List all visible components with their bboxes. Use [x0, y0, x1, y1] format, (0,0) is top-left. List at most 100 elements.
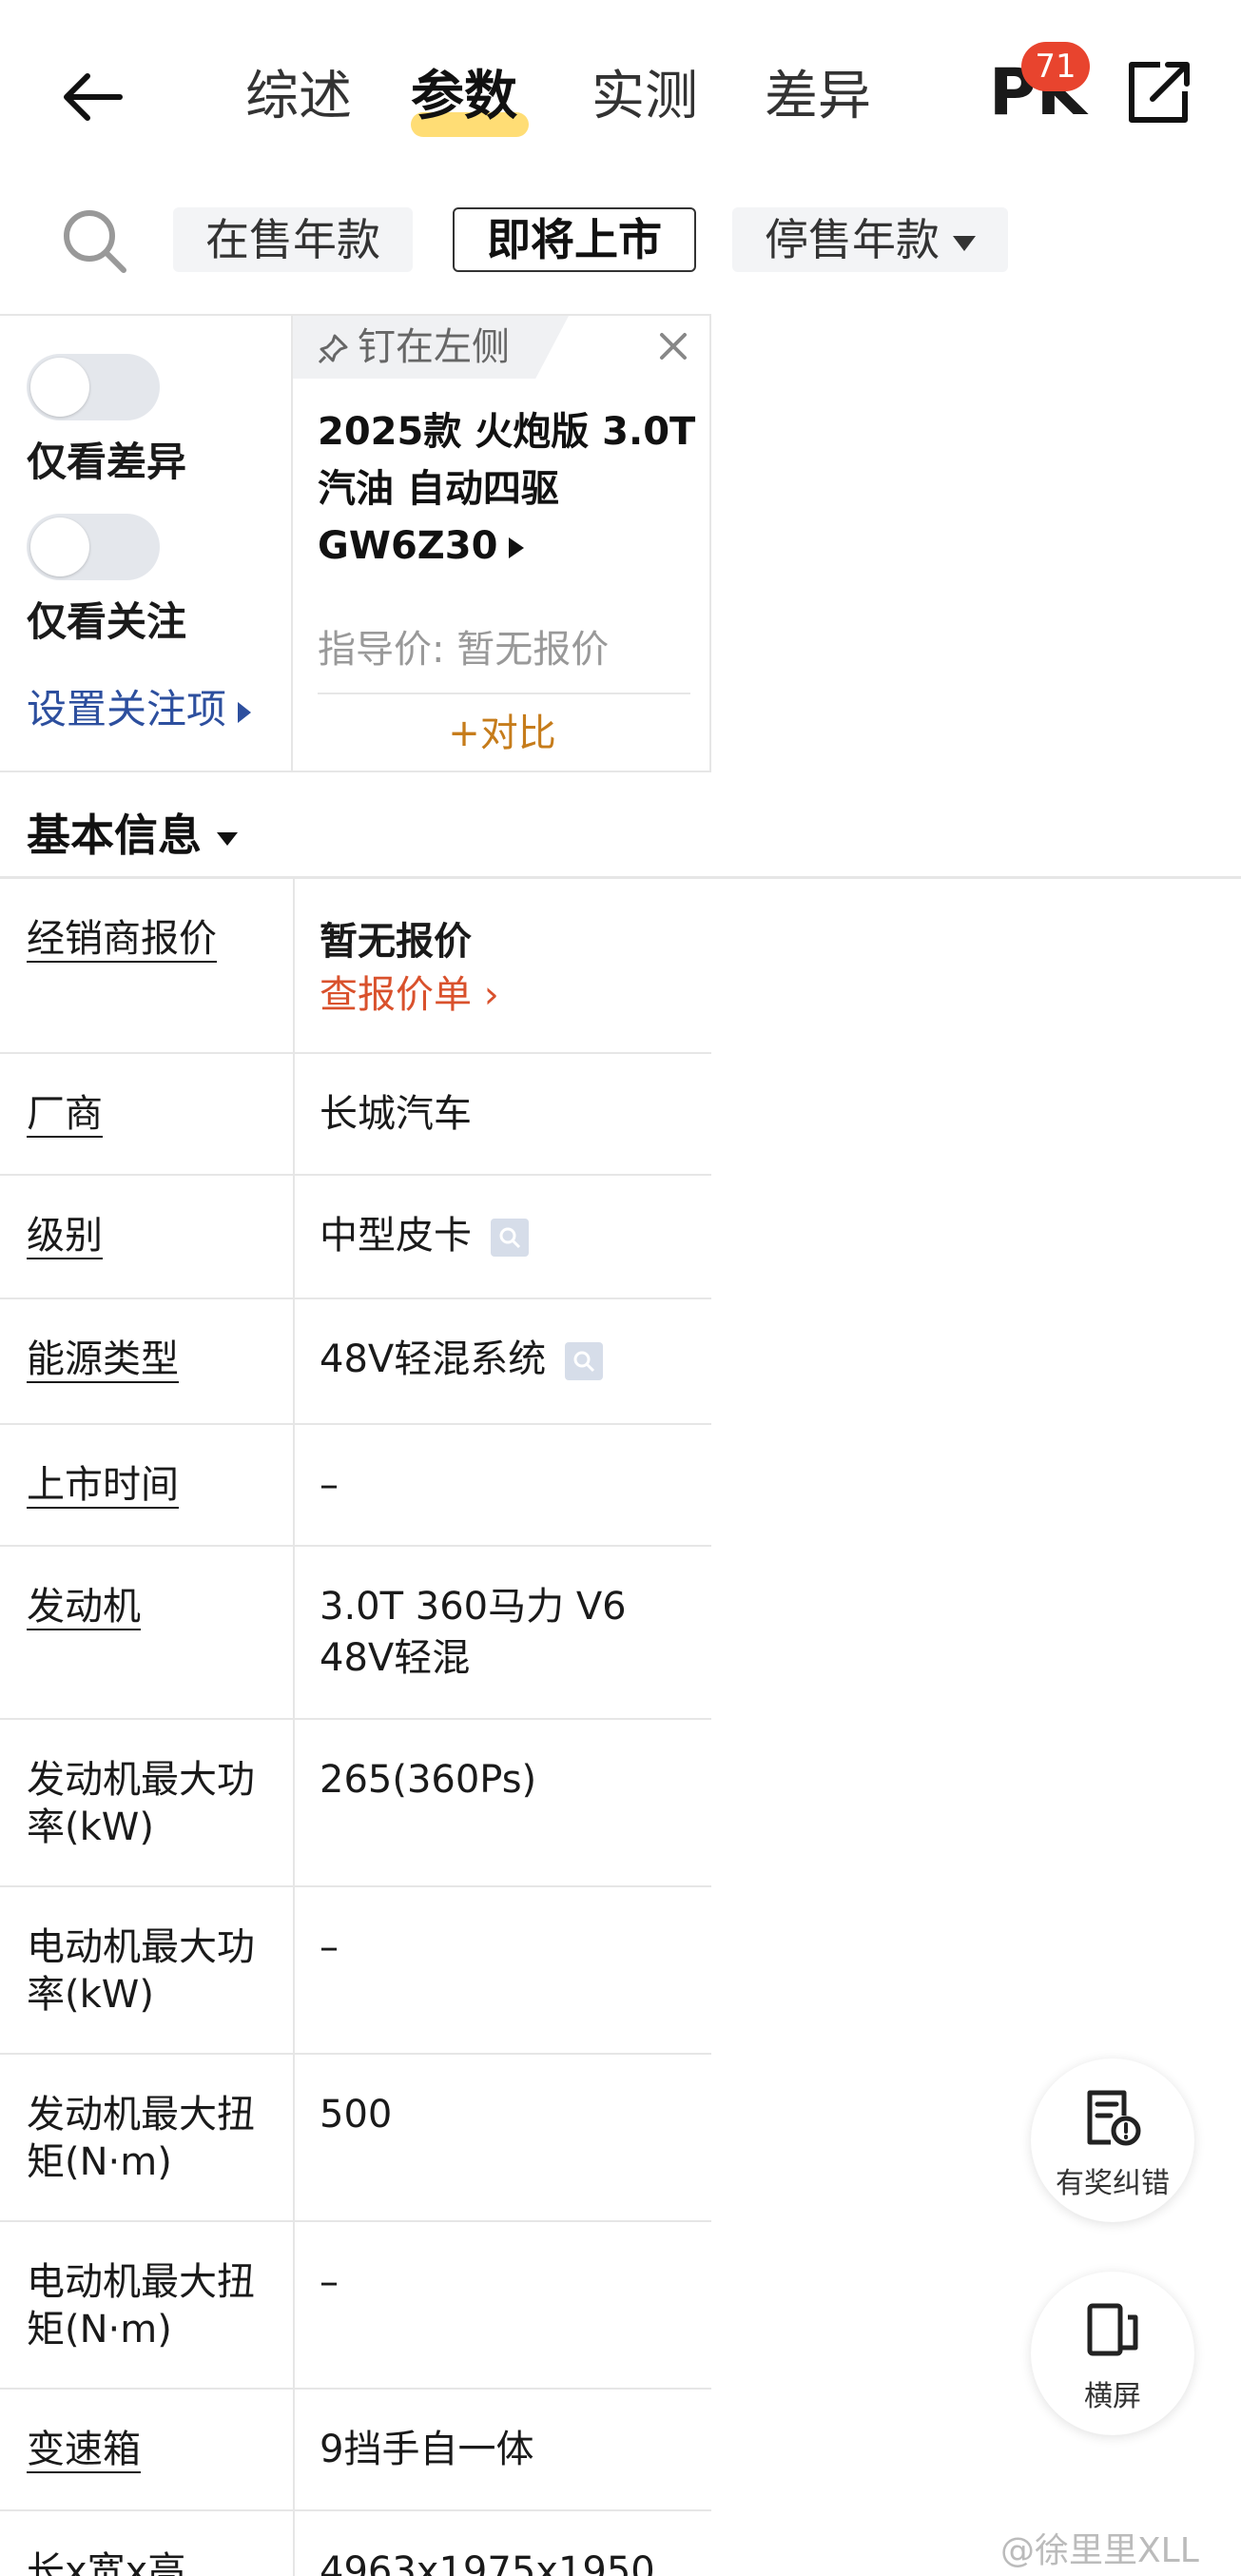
pin-label: 钉在左侧 [358, 325, 510, 369]
row-label[interactable]: 级别 [27, 1212, 283, 1259]
row-label-text: 长x宽x高 [27, 2549, 186, 2576]
table-row: 发动机 3.0T 360马力 V6 48V轻混 [0, 1547, 711, 1720]
column-divider [293, 1299, 295, 1423]
row-label-text: 变速箱 [27, 2428, 141, 2471]
options-column: 仅看差异 仅看关注 设置关注项 [0, 316, 293, 771]
row-value: – [320, 1463, 339, 1507]
chevron-down-icon [217, 831, 238, 846]
toggle-knob [30, 517, 89, 576]
row-label-line1: 电动机最大功 [27, 1925, 255, 1969]
table-row: 长x宽x高 4963x1975x1950 [0, 2511, 711, 2576]
row-label-line2: 率(kW) [27, 1805, 154, 1849]
report-error-button[interactable]: 有奖纠错 [1031, 2059, 1194, 2222]
tab-params[interactable]: 参数 [411, 59, 517, 135]
row-label-line2: 率(kW) [27, 1973, 154, 2017]
column-divider [293, 1547, 295, 1718]
column-divider [293, 1720, 295, 1885]
row-label: 电动机最大扭 矩(N·m) [27, 2258, 283, 2353]
search-icon[interactable] [491, 1219, 529, 1257]
chip-coming-soon[interactable]: 即将上市 [453, 207, 696, 272]
column-divider [293, 1887, 295, 2053]
only-diff-toggle[interactable] [27, 354, 160, 420]
search-icon[interactable] [565, 1342, 604, 1380]
table-row: 电动机最大功 率(kW) – [0, 1887, 711, 2055]
table-row: 能源类型 48V轻混系统 [0, 1299, 711, 1425]
guide-price: 指导价: 暂无报价 [318, 628, 610, 672]
section-title-text: 基本信息 [27, 810, 202, 861]
tab-overview[interactable]: 综述 [245, 59, 352, 135]
row-label-line2: 矩(N·m) [27, 2140, 172, 2184]
row-label[interactable]: 上市时间 [27, 1461, 283, 1509]
landscape-label: 横屏 [1084, 2380, 1141, 2413]
car-name-line2: 汽油 自动四驱 [318, 467, 559, 511]
row-label: 电动机最大功 率(kW) [27, 1923, 283, 2019]
row-value: 4963x1975x1950 [320, 2549, 655, 2576]
column-divider [293, 1176, 295, 1298]
row-label-text: 发动机 [27, 1585, 141, 1629]
row-label[interactable]: 变速箱 [27, 2426, 283, 2473]
watermark: @徐里里XLL [1000, 2531, 1199, 2570]
car-name-line3: GW6Z30 [318, 524, 498, 568]
row-value-text: 48V轻混系统 [320, 1337, 547, 1381]
set-follow-label: 设置关注项 [27, 686, 227, 732]
column-divider [293, 1054, 295, 1174]
table-row: 变速箱 9挡手自一体 [0, 2390, 711, 2511]
chip-discontinued[interactable]: 停售年款 [732, 207, 1008, 272]
table-row: 发动机最大扭 矩(N·m) 500 [0, 2055, 711, 2222]
table-row: 发动机最大功 率(kW) 265(360Ps) [0, 1720, 711, 1887]
toggle-knob [30, 358, 89, 417]
chip-discontinued-label: 停售年款 [765, 214, 940, 265]
chip-on-sale[interactable]: 在售年款 [173, 207, 413, 272]
row-value: – [320, 1925, 339, 1969]
row-label: 发动机最大功 率(kW) [27, 1756, 283, 1851]
tab-diff[interactable]: 差异 [765, 59, 871, 135]
param-table: 经销商报价 暂无报价 查报价单 › 厂商 长城汽车 级别 中型皮卡 能源类型 4… [0, 879, 711, 2576]
section-basic-info[interactable]: 基本信息 [0, 772, 1241, 879]
pin-icon [318, 334, 348, 364]
table-row: 经销商报价 暂无报价 查报价单 › [0, 879, 711, 1054]
row-label[interactable]: 长x宽x高 [27, 2547, 283, 2576]
set-follow-link[interactable]: 设置关注项 [27, 677, 252, 735]
row-value: 48V轻混系统 [320, 1334, 700, 1385]
landscape-button[interactable]: 横屏 [1031, 2272, 1194, 2435]
column-divider [293, 2511, 295, 2576]
car-header: 仅看差异 仅看关注 设置关注项 钉在左侧 2025款 火炮版 3.0T 汽油 自… [0, 314, 711, 772]
row-value: – [320, 2260, 339, 2304]
row-value: 长城汽车 [320, 1092, 472, 1136]
close-icon[interactable] [654, 327, 692, 365]
search-icon[interactable] [59, 205, 131, 278]
row-value-text: 中型皮卡 [320, 1214, 472, 1258]
row-label-line1: 电动机最大扭 [27, 2260, 255, 2304]
row-label[interactable]: 经销商报价 [27, 915, 283, 963]
row-label[interactable]: 发动机 [27, 1583, 283, 1630]
table-row: 级别 中型皮卡 [0, 1176, 711, 1299]
only-follow-label: 仅看关注 [27, 598, 187, 645]
report-doc-icon [1087, 2090, 1141, 2146]
row-value: 中型皮卡 [320, 1210, 700, 1261]
row-label[interactable]: 厂商 [27, 1090, 283, 1138]
dealer-price-text: 暂无报价 [320, 920, 472, 964]
row-value-line1: 3.0T 360马力 V6 [320, 1585, 627, 1629]
row-label-text: 能源类型 [27, 1337, 179, 1381]
view-price-list-link[interactable]: 查报价单 › [320, 968, 700, 1022]
car-model-name[interactable]: 2025款 火炮版 3.0T 汽油 自动四驱 GW6Z30 [318, 403, 698, 575]
row-value: 暂无报价 查报价单 › [320, 915, 700, 1022]
column-divider [293, 2390, 295, 2509]
row-value-line2: 48V轻混 [320, 1636, 471, 1680]
row-label[interactable]: 能源类型 [27, 1336, 283, 1383]
column-divider [293, 2055, 295, 2220]
share-edit-icon[interactable] [1122, 57, 1194, 129]
row-label: 发动机最大扭 矩(N·m) [27, 2091, 283, 2186]
row-label-line2: 矩(N·m) [27, 2308, 172, 2352]
pin-left-button[interactable]: 钉在左侧 [293, 316, 569, 379]
back-arrow-icon[interactable] [55, 59, 131, 135]
tab-test[interactable]: 实测 [591, 59, 698, 135]
add-compare-button[interactable]: +对比 [293, 700, 711, 767]
only-follow-toggle[interactable] [27, 514, 160, 580]
table-row: 厂商 长城汽车 [0, 1054, 711, 1176]
row-value: 3.0T 360马力 V6 48V轻混 [320, 1581, 700, 1684]
row-value: 9挡手自一体 [320, 2428, 534, 2471]
year-filter-bar: 在售年款 即将上市 停售年款 [0, 186, 1241, 291]
row-label-text: 厂商 [27, 1092, 103, 1136]
table-row: 上市时间 – [0, 1425, 711, 1547]
